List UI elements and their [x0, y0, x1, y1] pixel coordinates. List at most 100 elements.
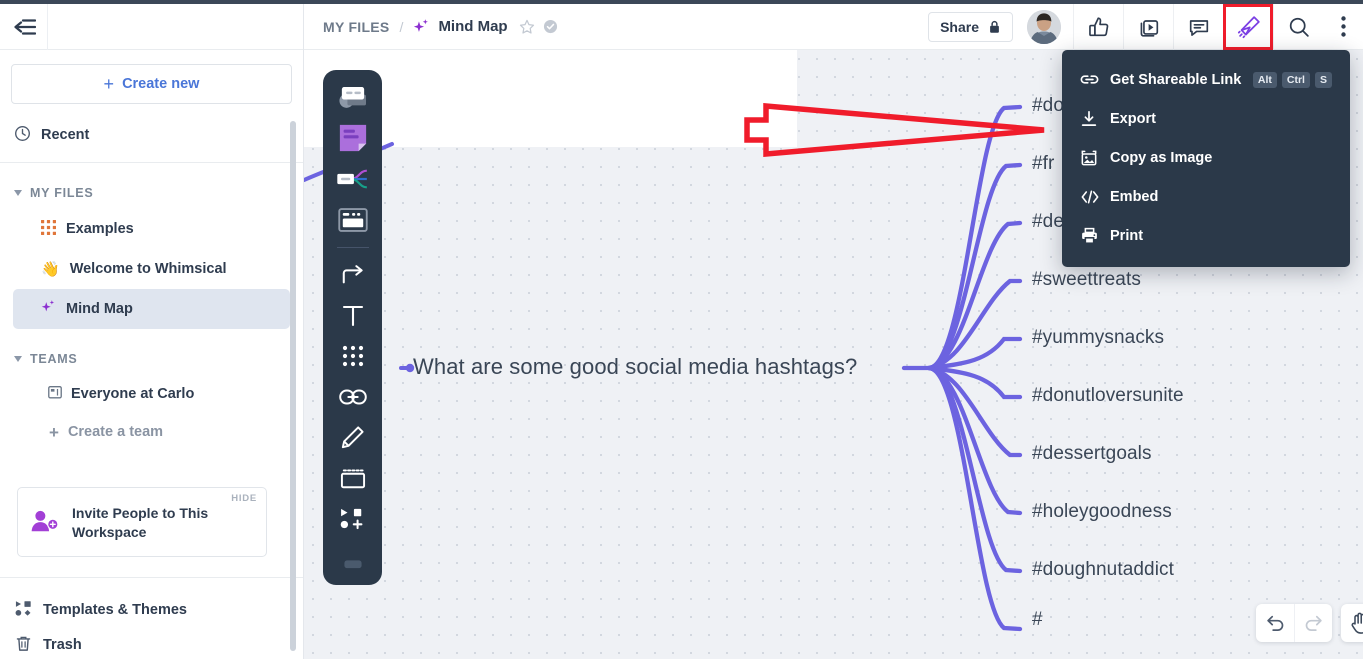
mindmap-node-3[interactable]: #de [1032, 211, 1064, 233]
menu-item-print[interactable]: Print [1062, 216, 1350, 255]
sidebar-item-templates[interactable]: Templates & Themes [0, 593, 303, 627]
avatar[interactable] [1027, 9, 1061, 44]
sidebar-section-my-files[interactable]: MY FILES [0, 177, 303, 209]
mindmap-node-4[interactable]: #sweettreats [1032, 269, 1141, 291]
tool-pencil[interactable] [330, 419, 376, 457]
mindmap-node-6[interactable]: #donutloversunite [1032, 385, 1184, 407]
tool-arrow[interactable] [330, 256, 376, 294]
redo-icon[interactable] [1294, 604, 1332, 642]
tool-shapes-more[interactable] [330, 500, 376, 538]
building-icon [47, 384, 63, 404]
sidebar-divider-1 [0, 162, 303, 163]
shortcut-key-ctrl: Ctrl [1281, 71, 1310, 88]
create-team-label: Create a team [67, 424, 164, 440]
wave-hand-icon: 👋 [41, 261, 60, 278]
tool-dots-grid[interactable] [330, 337, 376, 375]
sidebar-item-trash-label: Trash [43, 637, 82, 653]
tool-frame[interactable] [330, 459, 376, 497]
star-outline-icon[interactable] [519, 19, 535, 35]
lock-icon [988, 20, 1001, 34]
sidebar-item-mind-map[interactable]: Mind Map [13, 289, 290, 329]
clock-icon [14, 125, 31, 146]
undo-icon[interactable] [1256, 604, 1294, 642]
sidebar-section-teams-label: TEAMS [30, 352, 78, 366]
mindmap-node-5[interactable]: #yummysnacks [1032, 327, 1164, 349]
menu-item-export[interactable]: Export [1062, 99, 1350, 138]
sidebar-item-recent[interactable]: Recent [0, 118, 303, 152]
shapes-icon [15, 600, 32, 621]
create-new-button[interactable]: + Create new [11, 64, 292, 104]
canvas-bottom-toolbar: − 121% + ? [1256, 604, 1363, 642]
chevron-down-icon [14, 190, 22, 196]
plus-icon: + [49, 422, 59, 442]
sidebar-item-team-label: Everyone at Carlo [71, 386, 195, 402]
toolbar-divider [336, 247, 369, 249]
tool-comment[interactable] [330, 79, 376, 117]
code-icon [1080, 189, 1110, 205]
mindmap-node-8[interactable]: #holeygoodness [1032, 501, 1172, 523]
plus-icon: + [103, 74, 115, 94]
sidebar-item-examples-label: Examples [66, 221, 134, 237]
sparkle-icon [41, 299, 56, 319]
create-new-label: Create new [122, 76, 200, 92]
shortcut-key-alt: Alt [1252, 71, 1277, 88]
tool-flowchart[interactable] [330, 160, 376, 198]
sidebar-item-welcome[interactable]: 👋 Welcome to Whimsical [13, 249, 290, 289]
document-header: MY FILES / Mind Map Share [304, 3, 1363, 50]
link-icon [1080, 73, 1110, 86]
invite-hide-button[interactable]: HIDE [231, 493, 257, 504]
menu-item-embed-label: Embed [1110, 188, 1159, 205]
sparkle-icon [413, 18, 430, 36]
tool-sticky-note[interactable] [330, 120, 376, 158]
sidebar-topbar [0, 3, 303, 50]
sidebar-item-trash[interactable]: Trash [0, 628, 303, 659]
trash-icon [15, 635, 32, 656]
tool-text[interactable] [330, 297, 376, 335]
breadcrumb-separator: / [399, 18, 404, 35]
sidebar-item-welcome-label: Welcome to Whimsical [69, 261, 227, 277]
create-team-button[interactable]: + Create a team [13, 413, 290, 451]
mindmap-node-7[interactable]: #dessertgoals [1032, 443, 1152, 465]
page-title[interactable]: Mind Map [438, 18, 507, 35]
breadcrumb-my-files[interactable]: MY FILES [323, 19, 390, 35]
sidebar-item-recent-label: Recent [41, 127, 90, 143]
tool-collapse-handle[interactable] [330, 544, 376, 582]
tool-link[interactable] [330, 378, 376, 416]
menu-item-copy-as-image[interactable]: Copy as Image [1062, 138, 1350, 177]
mindmap-node-10[interactable]: # [1032, 609, 1043, 631]
mindmap-node-2[interactable]: #fr [1032, 153, 1054, 175]
menu-item-embed[interactable]: Embed [1062, 177, 1350, 216]
image-copy-icon [1080, 149, 1110, 167]
menu-item-export-label: Export [1110, 110, 1156, 127]
collapse-sidebar-icon[interactable] [0, 3, 48, 50]
add-person-icon [30, 508, 60, 539]
comment-icon[interactable] [1173, 3, 1223, 50]
canvas-toolbar [323, 70, 382, 585]
thumbs-up-icon[interactable] [1073, 3, 1123, 50]
sidebar-scrollbar[interactable] [290, 121, 296, 651]
sidebar-item-team-everyone[interactable]: Everyone at Carlo [13, 375, 290, 413]
share-paper-plane-icon[interactable] [1223, 3, 1273, 50]
mindmap-root-node[interactable]: What are some good social media hashtags… [413, 354, 857, 380]
share-button-label: Share [940, 18, 979, 35]
more-vertical-icon[interactable] [1323, 4, 1363, 50]
mindmap-node-9[interactable]: #doughnutaddict [1032, 559, 1174, 581]
menu-item-get-shareable-link[interactable]: Get Shareable Link Alt Ctrl S [1062, 60, 1350, 99]
search-icon[interactable] [1273, 3, 1323, 50]
download-icon [1080, 110, 1110, 128]
presentation-play-icon[interactable] [1123, 3, 1173, 50]
invite-people-card[interactable]: HIDE Invite People to This Workspace [17, 487, 267, 557]
sidebar-item-examples[interactable]: Examples [13, 209, 290, 249]
shortcut-key-s: S [1314, 71, 1332, 88]
invite-card-title: Invite People to This Workspace [72, 505, 209, 540]
mindmap-node-1[interactable]: #do [1032, 95, 1064, 117]
share-button[interactable]: Share [928, 11, 1013, 42]
hand-pan-icon[interactable] [1341, 604, 1363, 642]
menu-item-copy-as-image-label: Copy as Image [1110, 149, 1213, 166]
undo-redo-group [1256, 604, 1332, 642]
left-sidebar: + Create new Recent MY FILES Examples 👋 … [0, 3, 304, 659]
sidebar-section-teams[interactable]: TEAMS [0, 343, 303, 375]
tool-wireframe[interactable] [330, 201, 376, 239]
sidebar-item-templates-label: Templates & Themes [43, 602, 187, 618]
printer-icon [1080, 227, 1110, 245]
